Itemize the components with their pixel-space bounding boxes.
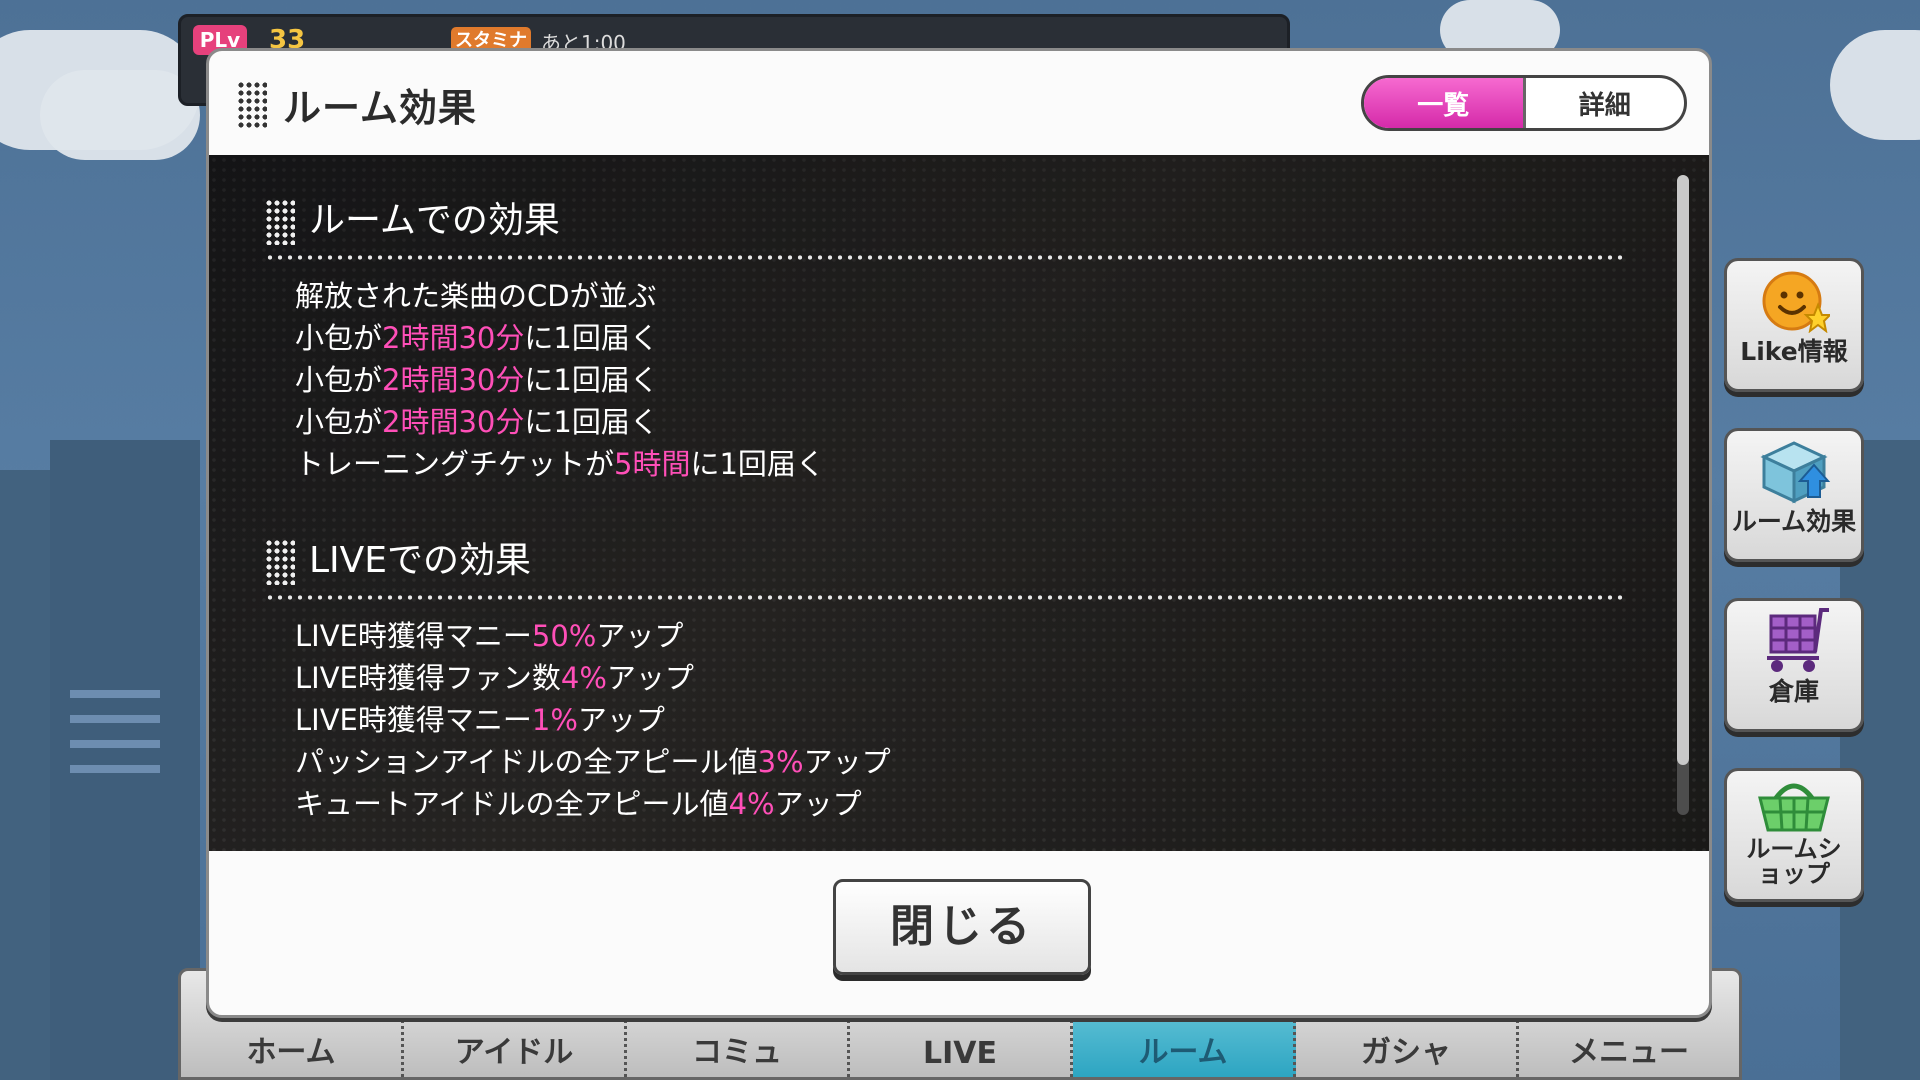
effect-value: 3% xyxy=(757,745,804,779)
room-effect-button[interactable]: ルーム効果 xyxy=(1724,428,1864,562)
scrollbar-thumb[interactable] xyxy=(1677,175,1689,765)
effect-text: に1回届く xyxy=(524,405,659,439)
effect-text: アップ xyxy=(577,703,665,737)
effect-item: LIVE時獲得マニー1%アップ xyxy=(295,699,891,741)
effect-item: キュートアイドルの全アピール値4%アップ xyxy=(295,783,891,825)
effect-text: に1回届く xyxy=(524,321,659,355)
dialog-header: ルーム効果 一覧 詳細 xyxy=(209,51,1709,155)
effect-text: に1回届く xyxy=(690,447,825,481)
effect-item: トレーニングチケットが5時間に1回届く xyxy=(295,443,825,485)
effect-value: 2時間30分 xyxy=(382,405,525,439)
dialog-title: ルーム効果 xyxy=(283,86,477,130)
section-title: LIVEでの効果 xyxy=(309,540,532,581)
effect-text: 小包が xyxy=(295,405,383,439)
effect-text: LIVE時獲得ファン数 xyxy=(295,661,561,695)
grip-dots-icon xyxy=(237,81,267,129)
effect-text: キュートアイドルの全アピール値 xyxy=(295,787,729,821)
effect-text: アップ xyxy=(596,619,684,653)
cloud xyxy=(40,70,200,160)
view-toggle: 一覧 詳細 xyxy=(1361,75,1687,131)
like-info-button[interactable]: Like情報 xyxy=(1724,258,1864,392)
effect-item: 小包が2時間30分に1回届く xyxy=(295,401,825,443)
effect-text: 小包が xyxy=(295,321,383,355)
side-button-label: ルームショップ xyxy=(1746,835,1842,888)
room-shop-button[interactable]: ルームショップ xyxy=(1724,768,1864,902)
effect-text: アップ xyxy=(774,787,862,821)
effect-text: LIVE時獲得マニー xyxy=(295,619,532,653)
effect-list: 解放された楽曲のCDが並ぶ 小包が2時間30分に1回届く 小包が2時間30分に1回届… xyxy=(295,275,825,485)
side-button-label: Like情報 xyxy=(1740,337,1848,366)
effect-text: アップ xyxy=(606,661,694,695)
effect-item: 解放された楽曲のCDが並ぶ xyxy=(295,275,825,317)
close-button[interactable]: 閉じる xyxy=(833,879,1091,975)
effect-item: 小包が2時間30分に1回届く xyxy=(295,359,825,401)
effect-text: パッションアイドルの全アピール値 xyxy=(295,745,758,779)
effect-value: 50% xyxy=(531,619,597,653)
smiley-star-icon xyxy=(1727,261,1861,339)
grip-dots-icon xyxy=(265,199,295,245)
effect-text: 解放された楽曲のCDが並ぶ xyxy=(295,279,657,313)
effect-value: 1% xyxy=(531,703,578,737)
effect-text: アップ xyxy=(803,745,891,779)
effect-value: 4% xyxy=(560,661,607,695)
scrollbar[interactable] xyxy=(1677,175,1689,815)
section-divider xyxy=(265,255,1627,260)
room-box-arrow-icon xyxy=(1727,431,1861,509)
section-title: ルームでの効果 xyxy=(309,200,560,241)
effect-value: 4% xyxy=(728,787,775,821)
cart-icon xyxy=(1727,601,1861,679)
tab-detail[interactable]: 詳細 xyxy=(1522,78,1685,128)
side-button-label: ルーム効果 xyxy=(1731,507,1857,536)
effect-value: 2時間30分 xyxy=(382,321,525,355)
effect-text: LIVE時獲得マニー xyxy=(295,703,532,737)
grip-dots-icon xyxy=(265,539,295,585)
effect-text: に1回届く xyxy=(524,363,659,397)
room-effect-dialog: ルーム効果 一覧 詳細 ルームでの効果 解放された楽曲のCDが並ぶ 小包が2時間3… xyxy=(206,48,1712,1018)
effect-value: 2時間30分 xyxy=(382,363,525,397)
storage-button[interactable]: 倉庫 xyxy=(1724,598,1864,732)
effect-item: LIVE時獲得ファン数4%アップ xyxy=(295,657,891,699)
effect-text: トレーニングチケットが xyxy=(295,447,615,481)
effect-item: LIVE時獲得マニー50%アップ xyxy=(295,615,891,657)
effect-text: 小包が xyxy=(295,363,383,397)
effect-list: LIVE時獲得マニー50%アップ LIVE時獲得ファン数4%アップ LIVE時獲得マ… xyxy=(295,615,891,825)
side-button-label: 倉庫 xyxy=(1768,677,1819,706)
basket-icon xyxy=(1727,771,1861,837)
tab-list[interactable]: 一覧 xyxy=(1364,78,1523,128)
section-divider xyxy=(265,595,1627,600)
cloud xyxy=(1830,30,1920,140)
effect-item: 小包が2時間30分に1回届く xyxy=(295,317,825,359)
effect-value: 5時間 xyxy=(614,447,691,481)
effect-item: パッションアイドルの全アピール値3%アップ xyxy=(295,741,891,783)
